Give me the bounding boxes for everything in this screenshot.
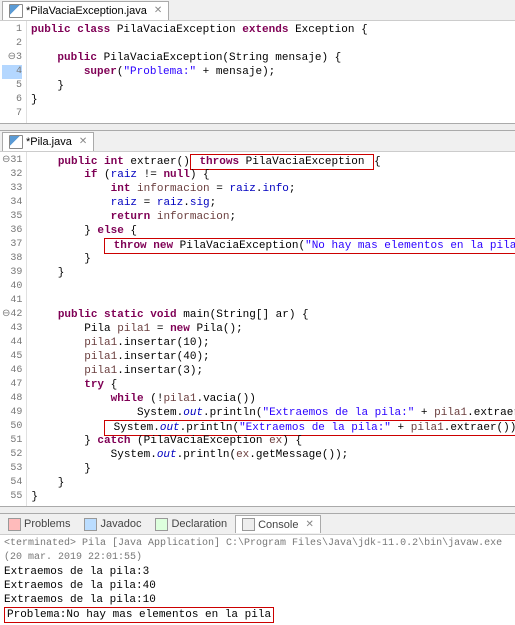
gutter-line: 43	[2, 322, 22, 336]
tab-javadoc[interactable]: Javadoc	[78, 516, 147, 533]
declaration-icon	[155, 518, 168, 531]
code-line[interactable]: }	[31, 252, 511, 266]
code-line[interactable]	[31, 37, 511, 51]
gutter-line: 37	[2, 238, 22, 252]
console-highlighted-line: Problema:No hay mas elementos en la pila	[4, 607, 274, 623]
console-line: Extraemos de la pila:40	[4, 579, 511, 593]
gutter-line: 5	[2, 79, 22, 93]
splitter-2[interactable]	[0, 506, 515, 514]
gutter-line: 4	[2, 65, 22, 79]
code-line[interactable]: raiz = raiz.sig;	[31, 196, 511, 210]
code-line[interactable]: pila1.insertar(40);	[31, 350, 511, 364]
gutter-line: 52	[2, 448, 22, 462]
console-icon	[242, 518, 255, 531]
close-icon[interactable]: ✕	[79, 136, 87, 147]
code-line[interactable]: }	[31, 462, 511, 476]
problems-icon	[8, 518, 21, 531]
gutter-line: ⊖31	[2, 154, 22, 168]
gutter-line: 44	[2, 336, 22, 350]
gutter-line: 47	[2, 378, 22, 392]
gutter-line: 34	[2, 196, 22, 210]
code-line[interactable]: System.out.println(ex.getMessage());	[31, 448, 511, 462]
editor2-tab-bar: *Pila.java ✕	[0, 131, 515, 152]
code-line[interactable]: super("Problema:" + mensaje);	[31, 65, 511, 79]
gutter-line: 46	[2, 364, 22, 378]
code-line[interactable]: return informacion;	[31, 210, 511, 224]
gutter-line: 33	[2, 182, 22, 196]
gutter-line: 1	[2, 23, 22, 37]
gutter-line: 32	[2, 168, 22, 182]
java-file-icon	[9, 4, 23, 18]
console-header: <terminated> Pila [Java Application] C:\…	[4, 537, 511, 565]
code-line[interactable]: try {	[31, 378, 511, 392]
gutter-line: 48	[2, 392, 22, 406]
splitter[interactable]	[0, 123, 515, 131]
gutter-line: 2	[2, 37, 22, 51]
close-icon[interactable]: ✕	[154, 5, 162, 16]
code-line[interactable]: public int extraer() throws PilaVaciaExc…	[31, 154, 511, 168]
editor1-tab-title: *PilaVaciaException.java	[26, 5, 147, 17]
console-view: <terminated> Pila [Java Application] C:\…	[0, 535, 515, 625]
gutter-line: 38	[2, 252, 22, 266]
code-line[interactable]: } else {	[31, 224, 511, 238]
editor1-tab-bar: *PilaVaciaException.java ✕	[0, 0, 515, 21]
editor2: ⊖3132333435363738394041⊖4243444546474849…	[0, 152, 515, 506]
code-line[interactable]	[31, 280, 511, 294]
code-line[interactable]: pila1.insertar(10);	[31, 336, 511, 350]
bottom-tab-bar: Problems Javadoc Declaration Console ✕	[0, 514, 515, 535]
javadoc-icon	[84, 518, 97, 531]
gutter-line: 45	[2, 350, 22, 364]
code-line[interactable]: while (!pila1.vacia())	[31, 392, 511, 406]
code-line[interactable]: }	[31, 93, 511, 107]
console-line: Extraemos de la pila:3	[4, 565, 511, 579]
editor2-tab-title: *Pila.java	[26, 136, 72, 148]
code-line[interactable]: public static void main(String[] ar) {	[31, 308, 511, 322]
editor1-tab[interactable]: *PilaVaciaException.java ✕	[2, 1, 169, 20]
gutter-line: 7	[2, 107, 22, 121]
gutter-line: 55	[2, 490, 22, 504]
gutter-line: ⊖42	[2, 308, 22, 322]
editor2-tab[interactable]: *Pila.java ✕	[2, 132, 94, 151]
code-line[interactable]: }	[31, 79, 511, 93]
gutter-line: 35	[2, 210, 22, 224]
close-icon[interactable]: ✕	[305, 519, 313, 530]
tab-declaration[interactable]: Declaration	[149, 516, 233, 533]
gutter-line: 50	[2, 420, 22, 434]
code-line[interactable]: if (raiz != null) {	[31, 168, 511, 182]
gutter-line: 54	[2, 476, 22, 490]
console-line: Extraemos de la pila:10	[4, 593, 511, 607]
gutter-line: ⊖3	[2, 51, 22, 65]
code-line[interactable]: System.out.println("Extraemos de la pila…	[31, 420, 511, 434]
code-line[interactable]: pila1.insertar(3);	[31, 364, 511, 378]
gutter-line: 39	[2, 266, 22, 280]
code-line[interactable]: throw new PilaVaciaException("No hay mas…	[31, 238, 511, 252]
gutter-line: 49	[2, 406, 22, 420]
tab-problems[interactable]: Problems	[2, 516, 76, 533]
gutter-line: 53	[2, 462, 22, 476]
editor1: 12⊖34567 public class PilaVaciaException …	[0, 21, 515, 123]
gutter-line: 36	[2, 224, 22, 238]
code-line[interactable]: public PilaVaciaException(String mensaje…	[31, 51, 511, 65]
code-line[interactable]: }	[31, 490, 511, 504]
code-line[interactable]: int informacion = raiz.info;	[31, 182, 511, 196]
code-line[interactable]: }	[31, 476, 511, 490]
code-line[interactable]	[31, 107, 511, 121]
code-line[interactable]: System.out.println("Extraemos de la pila…	[31, 406, 511, 420]
java-file-icon	[9, 135, 23, 149]
gutter-line: 6	[2, 93, 22, 107]
code-line[interactable]: Pila pila1 = new Pila();	[31, 322, 511, 336]
code-line[interactable]: public class PilaVaciaException extends …	[31, 23, 511, 37]
code-line[interactable]: } catch (PilaVaciaException ex) {	[31, 434, 511, 448]
tab-console[interactable]: Console ✕	[235, 515, 321, 533]
code-line[interactable]: }	[31, 266, 511, 280]
gutter-line: 40	[2, 280, 22, 294]
code-line[interactable]	[31, 294, 511, 308]
gutter-line: 41	[2, 294, 22, 308]
gutter-line: 51	[2, 434, 22, 448]
